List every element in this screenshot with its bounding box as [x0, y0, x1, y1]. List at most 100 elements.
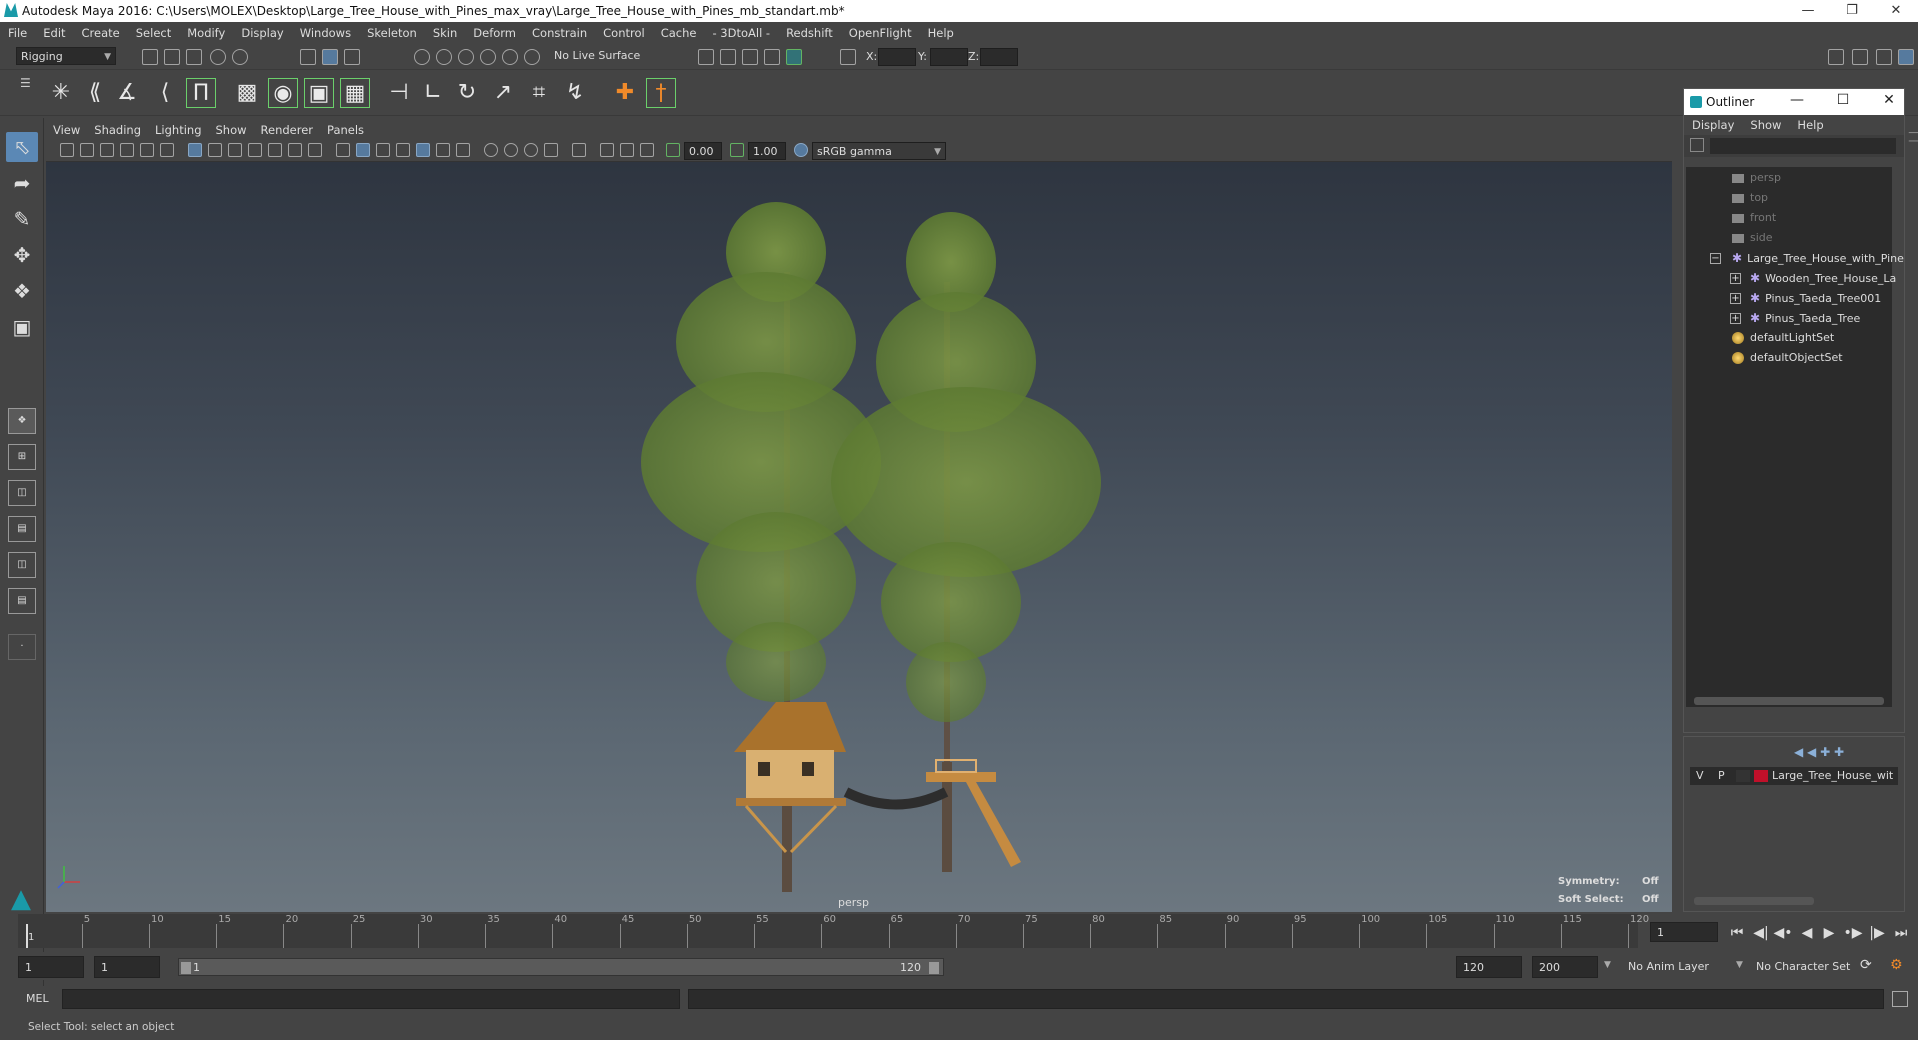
command-language-label[interactable]: MEL [26, 992, 49, 1005]
anim-layer-dropdown[interactable]: No Anim Layer [1628, 960, 1709, 973]
point-constraint-icon[interactable]: ∟ [418, 78, 448, 108]
auto-key-icon[interactable]: ⟳ [1860, 957, 1872, 973]
outliner-maximize-icon[interactable]: ☐ [1834, 92, 1852, 108]
outliner-item[interactable]: persp [1732, 169, 1781, 187]
transform-constraint-icon[interactable] [840, 49, 856, 65]
anti-aliasing-icon[interactable] [524, 143, 538, 157]
go-to-start-icon[interactable]: ⏮ [1726, 922, 1748, 944]
hypershade-layout-icon[interactable]: ◫ [8, 552, 36, 578]
tool-settings-icon[interactable] [1876, 49, 1892, 65]
select-object-icon[interactable] [322, 49, 338, 65]
script-editor-icon[interactable] [1892, 991, 1908, 1007]
range-end-handle[interactable] [929, 962, 939, 974]
outliner-menu-display[interactable]: Display [1684, 115, 1742, 135]
parent-constraint-icon[interactable]: ⊣ [384, 78, 414, 108]
exposure-field[interactable]: 0.00 [684, 142, 722, 160]
more-layouts-icon[interactable]: · [8, 634, 36, 660]
wireframe-on-shaded-icon[interactable] [396, 143, 410, 157]
animation-start-field[interactable]: 1 [18, 956, 84, 978]
paint-select-icon[interactable]: ✎ [6, 204, 38, 234]
color-management-icon[interactable] [794, 143, 808, 157]
undo-icon[interactable] [210, 49, 226, 65]
menu-constrain[interactable]: Constrain [524, 22, 595, 44]
step-back-frame-icon[interactable]: ◀| [1750, 922, 1772, 944]
playback-start-field[interactable]: 1 [94, 956, 160, 978]
lasso-tool-icon[interactable]: ➦ [6, 168, 38, 198]
render-view-icon[interactable] [698, 49, 714, 65]
outliner-item[interactable]: ✱ Large_Tree_House_with_Pine [1732, 249, 1904, 267]
annotation-locator-icon[interactable]: † [646, 78, 676, 108]
persp-outliner-layout-icon[interactable]: ◫ [8, 480, 36, 506]
orient-constraint-icon[interactable]: ↻ [452, 78, 482, 108]
layer-display-type[interactable] [1736, 770, 1750, 782]
outliner-menu-show[interactable]: Show [1742, 115, 1789, 135]
select-camera-icon[interactable] [60, 143, 74, 157]
expand-icon[interactable]: + [1730, 313, 1741, 324]
scale-tool-icon[interactable]: ▣ [6, 312, 38, 342]
shadows-icon[interactable] [456, 143, 470, 157]
range-start-handle[interactable] [181, 962, 191, 974]
redo-icon[interactable] [232, 49, 248, 65]
snap-curve-icon[interactable] [436, 49, 452, 65]
step-back-key-icon[interactable]: ◀• [1772, 922, 1794, 944]
select-tool-icon[interactable]: ⬁ [6, 132, 38, 162]
step-forward-frame-icon[interactable]: |▶ [1866, 922, 1888, 944]
collapse-icon[interactable]: − [1710, 253, 1721, 264]
menu-skin[interactable]: Skin [425, 22, 465, 44]
xray-active-icon[interactable] [620, 143, 634, 157]
channel-box-icon[interactable] [1898, 49, 1914, 65]
pole-vector-icon[interactable]: ↯ [560, 78, 590, 108]
current-frame-field[interactable]: 1 [1650, 922, 1718, 942]
command-input[interactable] [62, 989, 680, 1009]
ipr-render-icon[interactable] [742, 49, 758, 65]
aim-constraint-icon[interactable]: ⌗ [524, 78, 554, 108]
ik-handle-icon[interactable]: ⟪ [80, 78, 110, 108]
grease-pencil-icon[interactable] [160, 143, 174, 157]
side-tabs[interactable]: │ │ [1906, 130, 1918, 460]
time-slider[interactable]: 1 5 10 15 20 25 30 35 40 45 50 55 60 65 70 75 80 85 90 95 1… [18, 914, 1649, 948]
menu-help[interactable]: Help [920, 22, 962, 44]
layer-buttons[interactable]: ◀ ◀ ✚ ✚ [1794, 745, 1894, 759]
expand-icon[interactable]: + [1730, 293, 1741, 304]
layer-playback-toggle[interactable]: P [1718, 769, 1725, 782]
single-perspective-layout-icon[interactable]: ❖ [8, 408, 36, 434]
layer-horizontal-scrollbar[interactable] [1694, 897, 1814, 905]
use-default-material-icon[interactable] [376, 143, 390, 157]
motion-blur-icon[interactable] [504, 143, 518, 157]
cluster-icon[interactable]: ▣ [304, 78, 334, 108]
filter-icon[interactable] [1690, 138, 1704, 152]
locator-icon[interactable]: ✚ [610, 78, 640, 108]
bind-skin-icon[interactable]: Π [186, 78, 216, 108]
rotate-tool-icon[interactable]: ❖ [6, 276, 38, 306]
layer-visibility-toggle[interactable]: V [1696, 769, 1704, 782]
viewport-menu-renderer[interactable]: Renderer [254, 120, 321, 140]
select-hierarchy-icon[interactable] [300, 49, 316, 65]
viewport-menu-shading[interactable]: Shading [87, 120, 148, 140]
gamma-field[interactable]: 1.00 [748, 142, 786, 160]
persp-graph-layout-icon[interactable]: ▤ [8, 516, 36, 542]
gamma-icon[interactable] [730, 143, 744, 157]
go-to-end-icon[interactable]: ⏭ [1890, 922, 1912, 944]
perspective-viewport[interactable]: persp Symmetry: Off Soft Select: Off [46, 162, 1672, 912]
outliner-minimize-icon[interactable]: — [1788, 92, 1806, 108]
menu-redshift[interactable]: Redshift [778, 22, 841, 44]
outliner-item[interactable]: defaultLightSet [1732, 329, 1834, 347]
xray-joints-icon[interactable] [640, 143, 654, 157]
character-set-dropdown[interactable]: No Character Set [1756, 960, 1850, 973]
render-frame-icon[interactable] [720, 49, 736, 65]
menu-file[interactable]: File [0, 22, 35, 44]
menu-modify[interactable]: Modify [179, 22, 233, 44]
attribute-editor-icon[interactable] [1852, 49, 1868, 65]
step-forward-key-icon[interactable]: •▶ [1842, 922, 1864, 944]
move-tool-icon[interactable]: ✥ [6, 240, 38, 270]
scale-constraint-icon[interactable]: ↗ [488, 78, 518, 108]
new-scene-icon[interactable] [142, 49, 158, 65]
menu-openflight[interactable]: OpenFlight [841, 22, 920, 44]
ik-spline-icon[interactable]: ∡ [112, 78, 142, 108]
minimize-icon[interactable]: — [1786, 0, 1830, 22]
image-plane-icon[interactable] [120, 143, 134, 157]
wireframe-icon[interactable] [336, 143, 350, 157]
menu-set-dropdown[interactable]: Rigging ▼ [16, 47, 116, 65]
exposure-icon[interactable] [666, 143, 680, 157]
close-icon[interactable]: ✕ [1874, 0, 1918, 22]
